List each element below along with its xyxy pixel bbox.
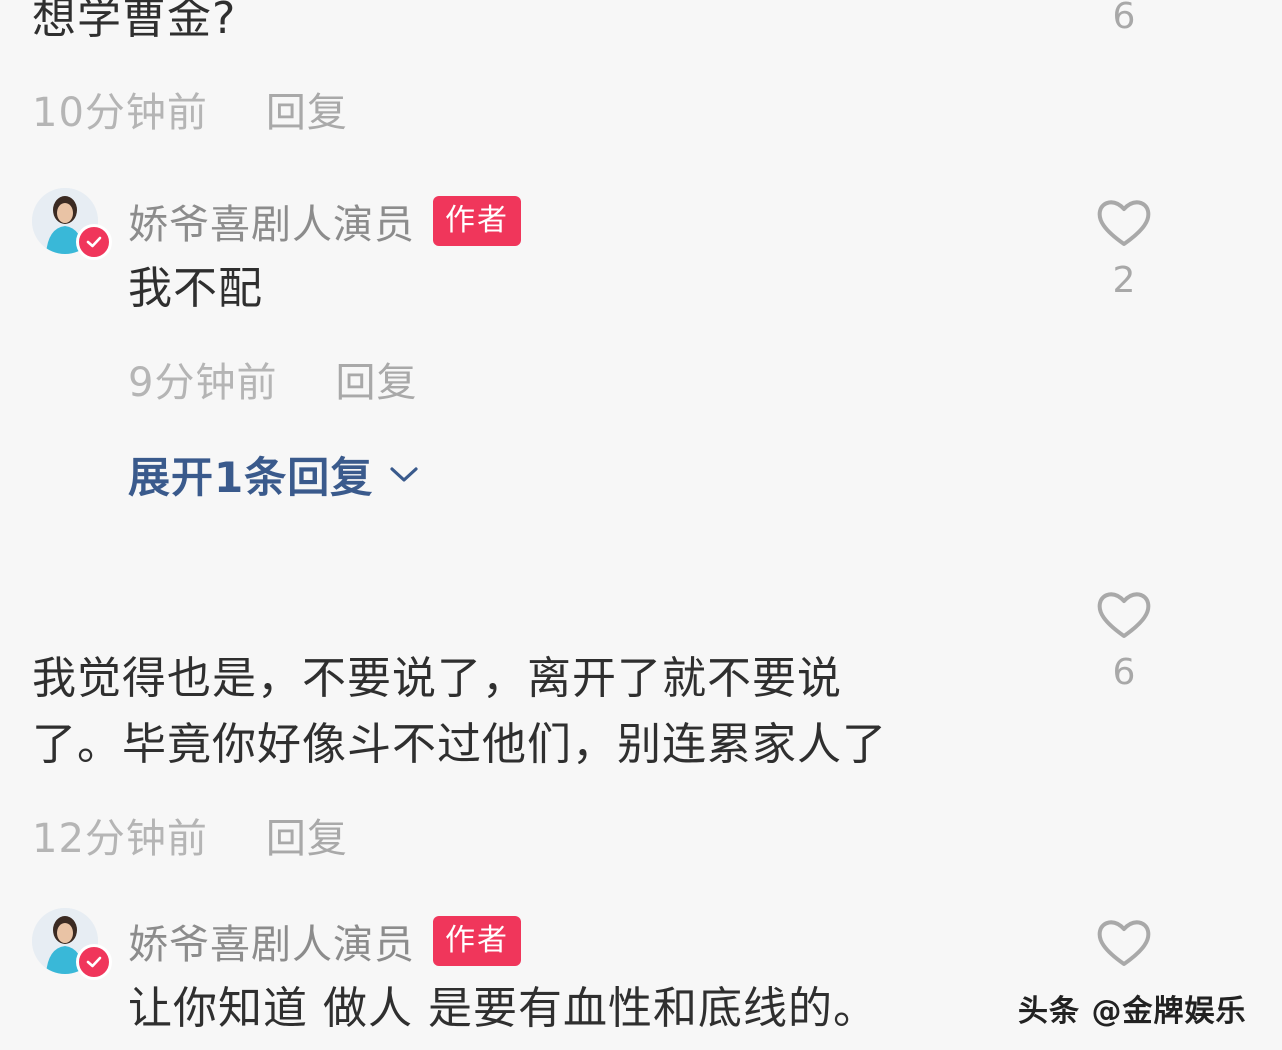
verified-check-icon	[76, 944, 112, 980]
chevron-down-icon	[390, 466, 418, 482]
comment-time: 10分钟前	[32, 90, 208, 136]
comment-meta: 10分钟前 回复	[32, 80, 348, 138]
comment-text: 想学曹金?	[32, 0, 237, 44]
expand-replies-button[interactable]: 展开1条回复	[128, 444, 421, 505]
comment-text: 让你知道 做人 是要有血性和底线的。	[128, 983, 878, 1034]
reply-button[interactable]: 回复	[335, 360, 417, 406]
comment-meta: 12分钟前 回复	[32, 806, 348, 864]
expand-replies-label: 展开1条回复	[128, 453, 374, 502]
heart-outline-icon	[1097, 592, 1151, 638]
comment-time: 9分钟前	[128, 360, 278, 406]
watermark: 头条 @金牌娱乐	[1018, 994, 1247, 1029]
author-badge: 作者	[433, 916, 521, 966]
username[interactable]: 娇爷喜剧人演员	[128, 912, 415, 970]
reply-button[interactable]: 回复	[266, 90, 348, 136]
verified-check-icon	[76, 224, 112, 260]
comment-header: 娇爷喜剧人演员 作者	[128, 192, 521, 250]
heart-outline-icon	[1097, 920, 1151, 966]
like-count: 6	[1112, 652, 1136, 693]
author-badge: 作者	[433, 196, 521, 246]
comment-text-line: 了。毕竟你好像斗不过他们，别连累家人了	[32, 719, 887, 770]
comment-meta: 9分钟前 回复	[128, 350, 417, 408]
like-count: 2	[1112, 260, 1136, 301]
like-button[interactable]	[1094, 914, 1154, 974]
comment-time: 12分钟前	[32, 816, 208, 862]
like-count: 6	[1112, 0, 1136, 37]
comment-text: 我不配	[128, 263, 263, 314]
like-button[interactable]	[1094, 194, 1154, 254]
reply-button[interactable]: 回复	[266, 816, 348, 862]
username[interactable]: 娇爷喜剧人演员	[128, 192, 415, 250]
comment-header: 娇爷喜剧人演员 作者	[128, 912, 521, 970]
heart-outline-icon	[1097, 200, 1151, 246]
comment-text: 我觉得也是，不要说了，离开了就不要说 了。毕竟你好像斗不过他们，别连累家人了	[32, 646, 887, 778]
comment-text-line: 我觉得也是，不要说了，离开了就不要说	[32, 653, 842, 704]
like-button[interactable]	[1094, 586, 1154, 646]
